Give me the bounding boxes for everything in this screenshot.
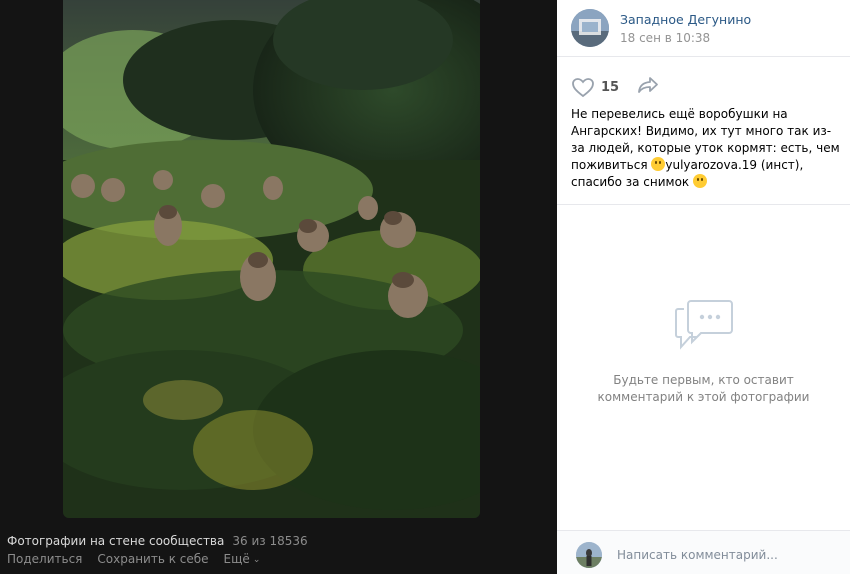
save-to-album-link[interactable]: Сохранить к себе (97, 552, 208, 566)
community-avatar[interactable] (571, 9, 609, 47)
photo-sparrows-image (63, 0, 480, 518)
more-menu[interactable]: Ещё ⌄ (224, 552, 261, 566)
author-name-link[interactable]: Западное Дегунино (620, 12, 751, 27)
photo-viewer: Фотографии на стене сообщества 36 из 1853… (0, 0, 850, 574)
share-arrow-icon (638, 77, 658, 93)
wink-emoji-icon (693, 174, 707, 188)
like-button[interactable]: 15 (571, 77, 619, 98)
more-label: Ещё (223, 552, 250, 566)
share-button[interactable] (636, 75, 660, 99)
comment-box (557, 530, 850, 574)
comments-empty-icon (675, 295, 735, 357)
user-avatar[interactable] (576, 542, 602, 568)
grin-emoji-icon (651, 157, 666, 171)
community-logo-icon (571, 9, 609, 47)
post-caption: Не перевелись ещё воробушки на Ангарских… (571, 106, 843, 191)
speech-bubbles-icon (675, 300, 733, 350)
likes-row: 15 (571, 75, 660, 99)
album-title-link[interactable]: Фотографии на стене сообщества (7, 534, 224, 548)
photo-counter: 36 из 18536 (232, 534, 308, 548)
info-panel: Западное Дегунино 18 сен в 10:38 15 Не п… (557, 0, 850, 574)
like-count: 15 (601, 79, 620, 95)
photo-area[interactable]: Фотографии на стене сообщества 36 из 1853… (0, 0, 557, 574)
user-photo-icon (576, 542, 602, 568)
photo-actions: Поделиться Сохранить к себе Ещё ⌄ (7, 552, 308, 566)
comment-input[interactable] (617, 542, 837, 568)
heart-icon (572, 77, 594, 97)
album-line: Фотографии на стене сообщества 36 из 1853… (7, 534, 308, 548)
post-author: Западное Дегунино 18 сен в 10:38 (557, 0, 850, 57)
share-link[interactable]: Поделиться (7, 552, 82, 566)
comments-empty-text: Будьте первым, кто оставит комментарий к… (597, 373, 810, 404)
divider (557, 204, 850, 205)
chevron-down-icon: ⌄ (252, 555, 261, 565)
post-date[interactable]: 18 сен в 10:38 (620, 31, 710, 45)
photo[interactable] (63, 0, 480, 518)
photo-footer: Фотографии на стене сообщества 36 из 1853… (7, 534, 308, 566)
